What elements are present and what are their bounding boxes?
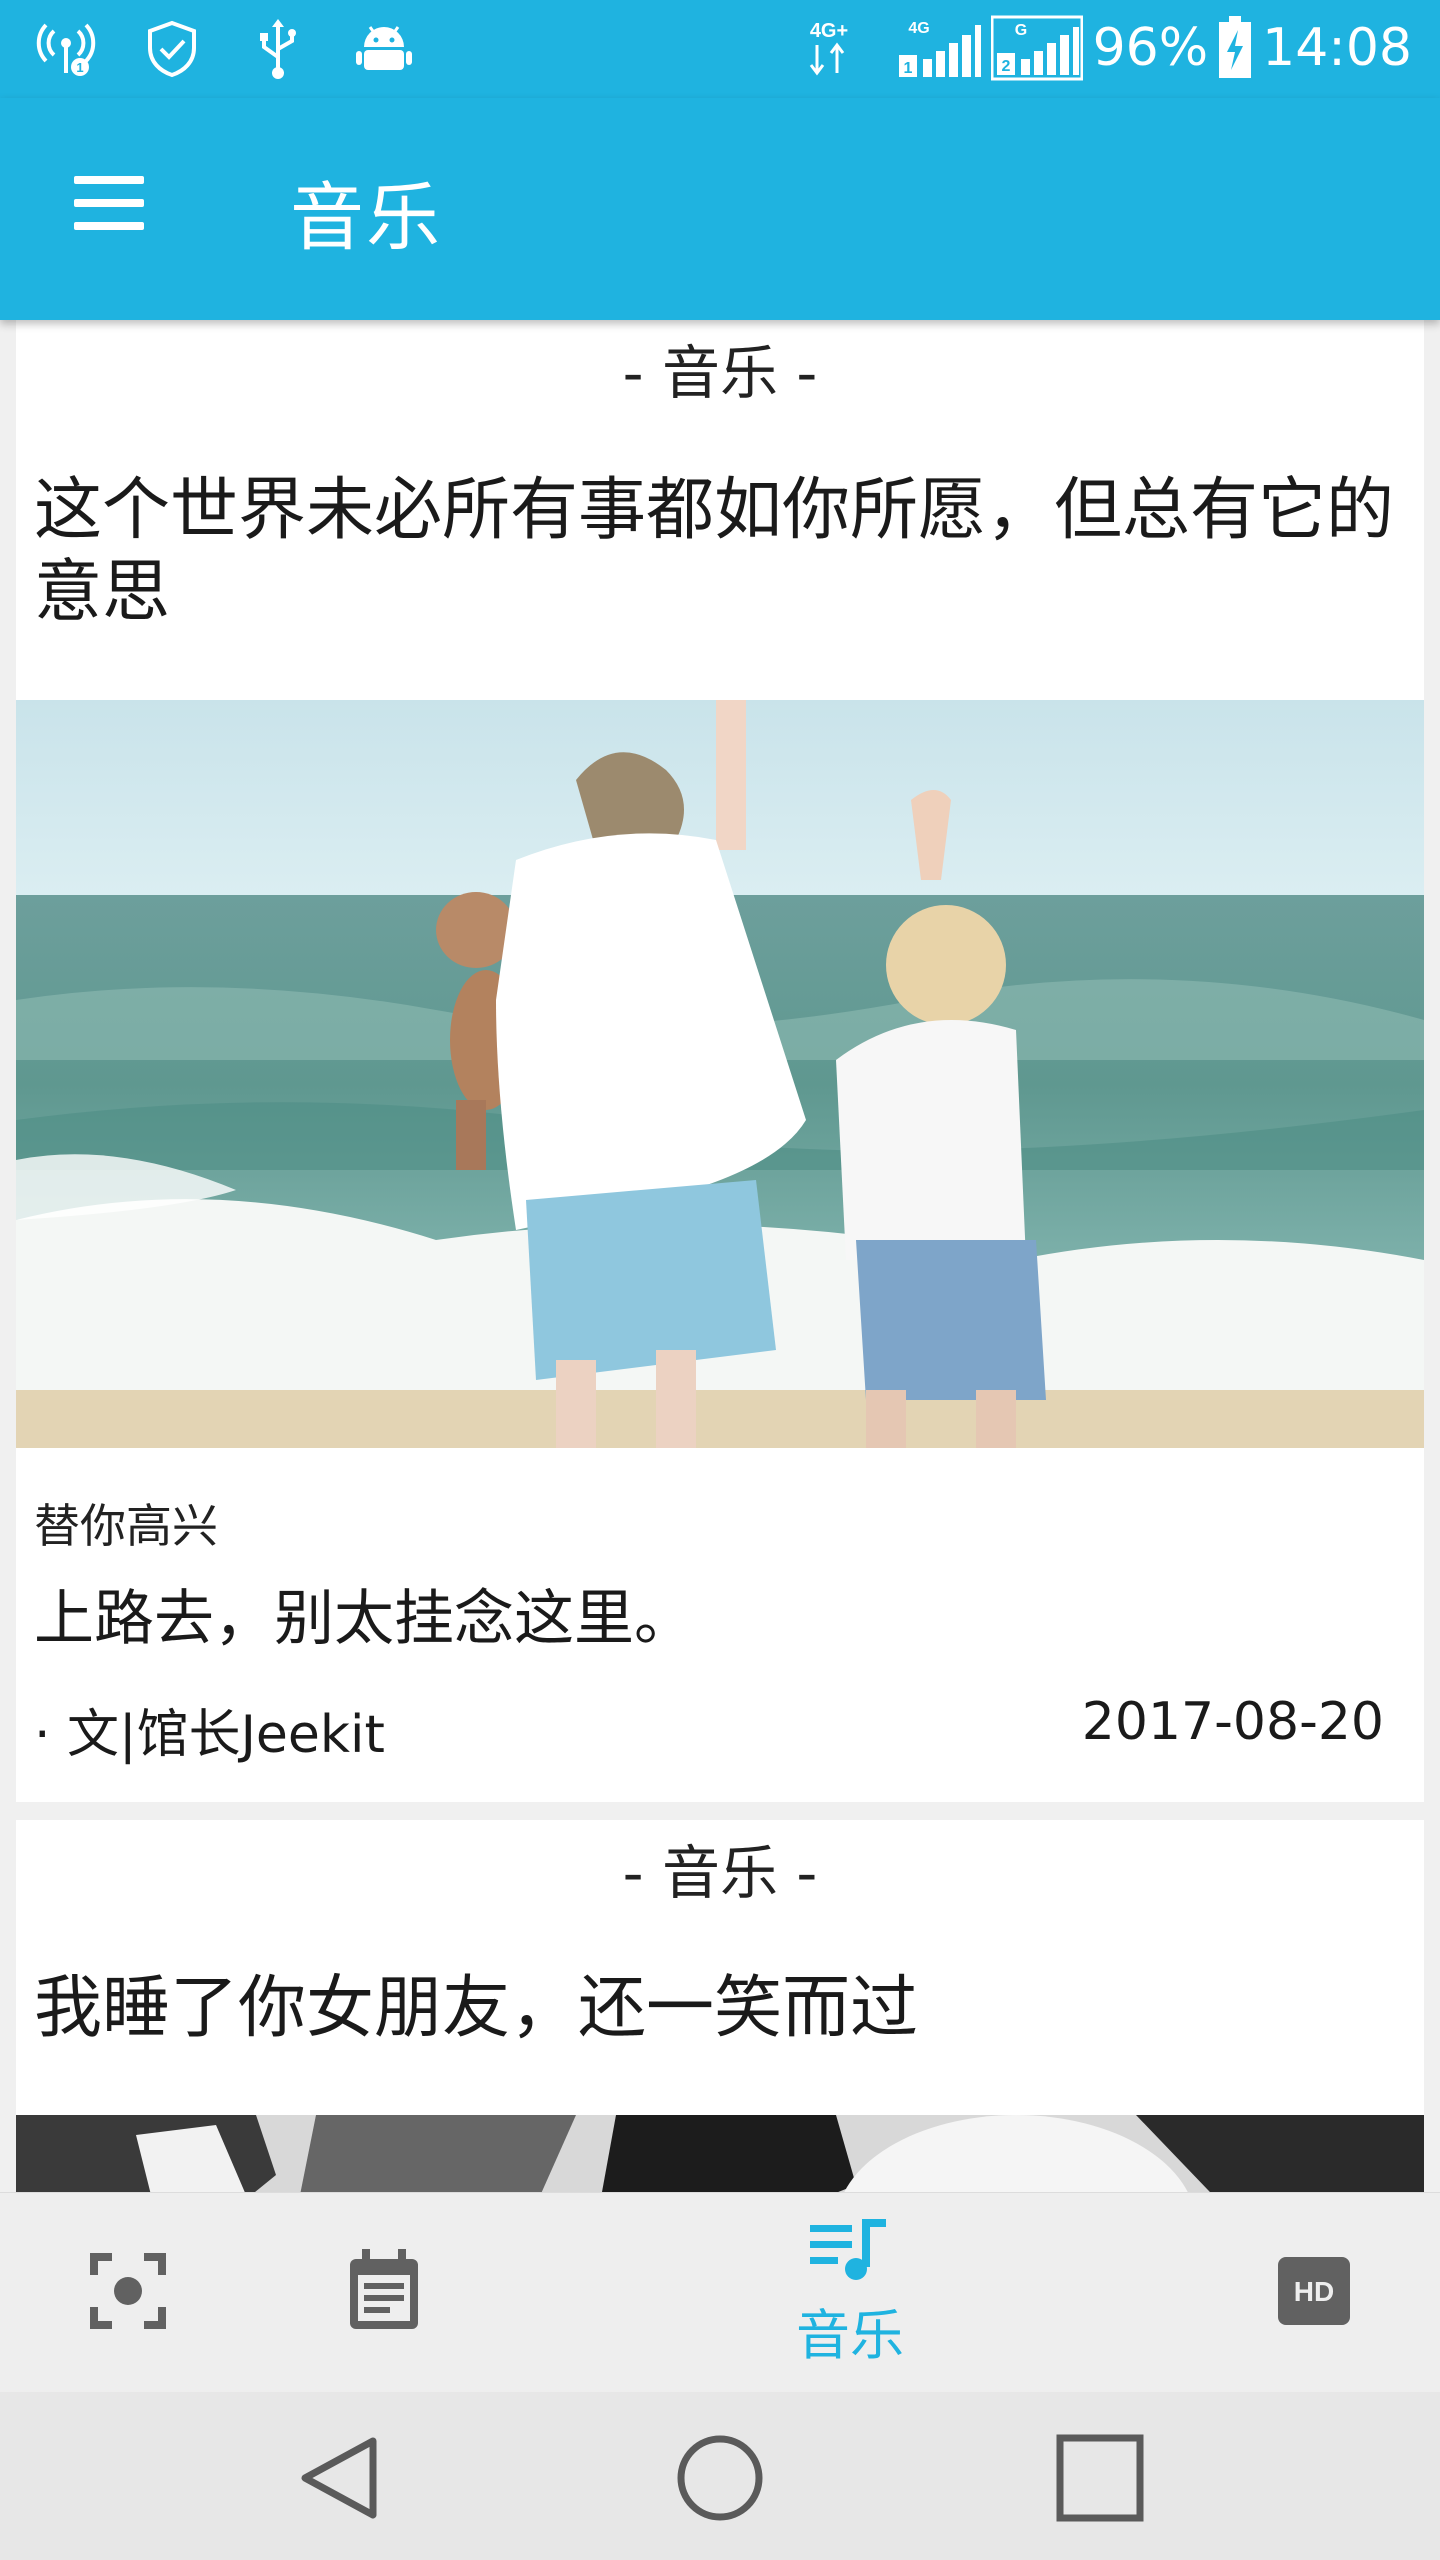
- status-system-indicators: 4G+ 4G 1 G 2 96% 14:08: [803, 10, 1412, 86]
- card-author: · 文|馆长Jeekit: [34, 1705, 385, 1765]
- card-date: 2017-08-20: [1081, 1692, 1384, 1752]
- page-title: 音乐: [290, 175, 442, 261]
- battery-percent: 96%: [1092, 18, 1209, 78]
- focus-icon: [88, 2251, 168, 2335]
- signal-sim2-icon: G 2: [990, 15, 1084, 81]
- nav-item-calendar[interactable]: [324, 2193, 444, 2393]
- hd-label: HD: [1294, 2276, 1334, 2307]
- svg-text:1: 1: [76, 60, 83, 75]
- calendar-note-icon: [346, 2249, 422, 2337]
- sim1-label: 1: [903, 60, 912, 77]
- card-title: 我睡了你女朋友，还一笑而过: [34, 1969, 919, 2048]
- network-label-4gplus: 4G+: [809, 20, 847, 42]
- home-icon[interactable]: [672, 2430, 768, 2526]
- battery-charging-icon: [1218, 16, 1252, 80]
- card-category: - 音乐 -: [622, 339, 818, 407]
- hotspot-icon: 1: [36, 19, 96, 79]
- app-bar: 音乐: [0, 98, 1440, 320]
- recent-apps-icon[interactable]: [1052, 2430, 1148, 2526]
- hd-icon: HD: [1276, 2255, 1352, 2331]
- feed-card[interactable]: - 音乐 - 我睡了你女朋友，还一笑而过: [16, 1820, 1424, 2192]
- network-label-4g: 4G: [908, 20, 929, 37]
- bottom-navigation: 音乐 HD: [0, 2192, 1440, 2392]
- android-icon: [354, 19, 414, 79]
- card-title: 这个世界未必所有事都如你所愿，但总有它的意思: [34, 471, 1395, 632]
- feed-list[interactable]: - 音乐 - 这个世界未必所有事都如你所愿，但总有它的意思 替你高兴 上路去，别…: [0, 320, 1440, 2192]
- shield-check-icon: [142, 19, 202, 79]
- nav-item-hd[interactable]: HD: [1254, 2193, 1374, 2393]
- status-notification-icons: 1: [36, 14, 414, 84]
- usb-icon: [248, 19, 308, 79]
- clock: 14:08: [1262, 18, 1412, 78]
- card-quote: 上路去，别太挂念这里。: [34, 1584, 694, 1654]
- card-category: - 音乐 -: [622, 1839, 818, 1907]
- music-list-icon: [810, 2217, 890, 2285]
- network-label-g: G: [1014, 22, 1026, 39]
- card-subtitle: 替你高兴: [34, 1499, 218, 1553]
- status-bar: 1 4G+ 4G 1 G 2 96% 14:08: [0, 0, 1440, 98]
- nav-item-focus[interactable]: [68, 2193, 188, 2393]
- menu-icon[interactable]: [66, 170, 152, 236]
- sim2-label: 2: [1001, 58, 1010, 75]
- kids-at-beach-photo[interactable]: [16, 700, 1424, 1448]
- black-white-photo[interactable]: [16, 2115, 1424, 2192]
- nav-item-music[interactable]: 音乐: [760, 2193, 940, 2393]
- system-navigation-bar: [0, 2392, 1440, 2560]
- back-icon[interactable]: [292, 2430, 388, 2526]
- feed-card[interactable]: - 音乐 - 这个世界未必所有事都如你所愿，但总有它的意思 替你高兴 上路去，别…: [16, 320, 1424, 1802]
- signal-4g-plus-icon: 4G+: [803, 15, 887, 81]
- signal-sim1-icon: 4G 1: [897, 15, 981, 81]
- nav-label-music: 音乐: [796, 2303, 904, 2367]
